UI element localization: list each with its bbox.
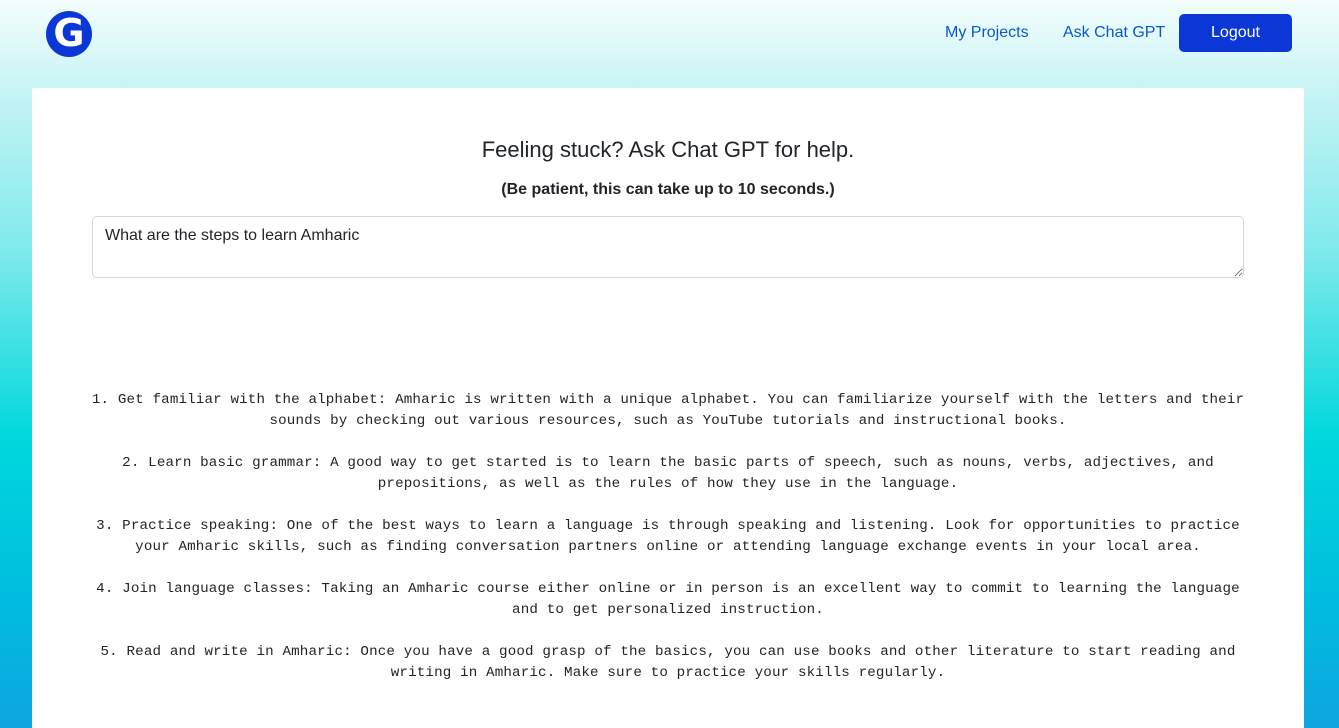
logo[interactable]: G	[46, 11, 92, 57]
prompt-input[interactable]: What are the steps to learn Amharic	[92, 216, 1244, 278]
page-title: Feeling stuck? Ask Chat GPT for help.	[481, 137, 855, 162]
answer-step: 4. Join language classes: Taking an Amha…	[96, 581, 1240, 618]
logout-button[interactable]: Logout	[1179, 14, 1292, 52]
top-navbar: G My Projects Ask Chat GPT Logout	[0, 0, 1339, 70]
logo-letter: G	[53, 11, 85, 55]
answer-step: 1. Get familiar with the alphabet: Amhar…	[91, 392, 1245, 429]
answer-step: 3. Practice speaking: One of the best wa…	[96, 518, 1240, 555]
answer-step: 5. Read and write in Amharic: Once you h…	[100, 644, 1236, 681]
nav-my-projects-link[interactable]: My Projects	[945, 24, 1029, 42]
chat-gpt-answer: 1. Get familiar with the alphabet: Amhar…	[86, 390, 1250, 705]
patience-note: (Be patient, this can take up to 10 seco…	[501, 181, 835, 198]
nav-ask-chat-gpt-link[interactable]: Ask Chat GPT	[1063, 24, 1165, 42]
answer-step: 2. Learn basic grammar: A good way to ge…	[122, 455, 1214, 492]
main-card: Feeling stuck? Ask Chat GPT for help. (B…	[32, 88, 1304, 728]
